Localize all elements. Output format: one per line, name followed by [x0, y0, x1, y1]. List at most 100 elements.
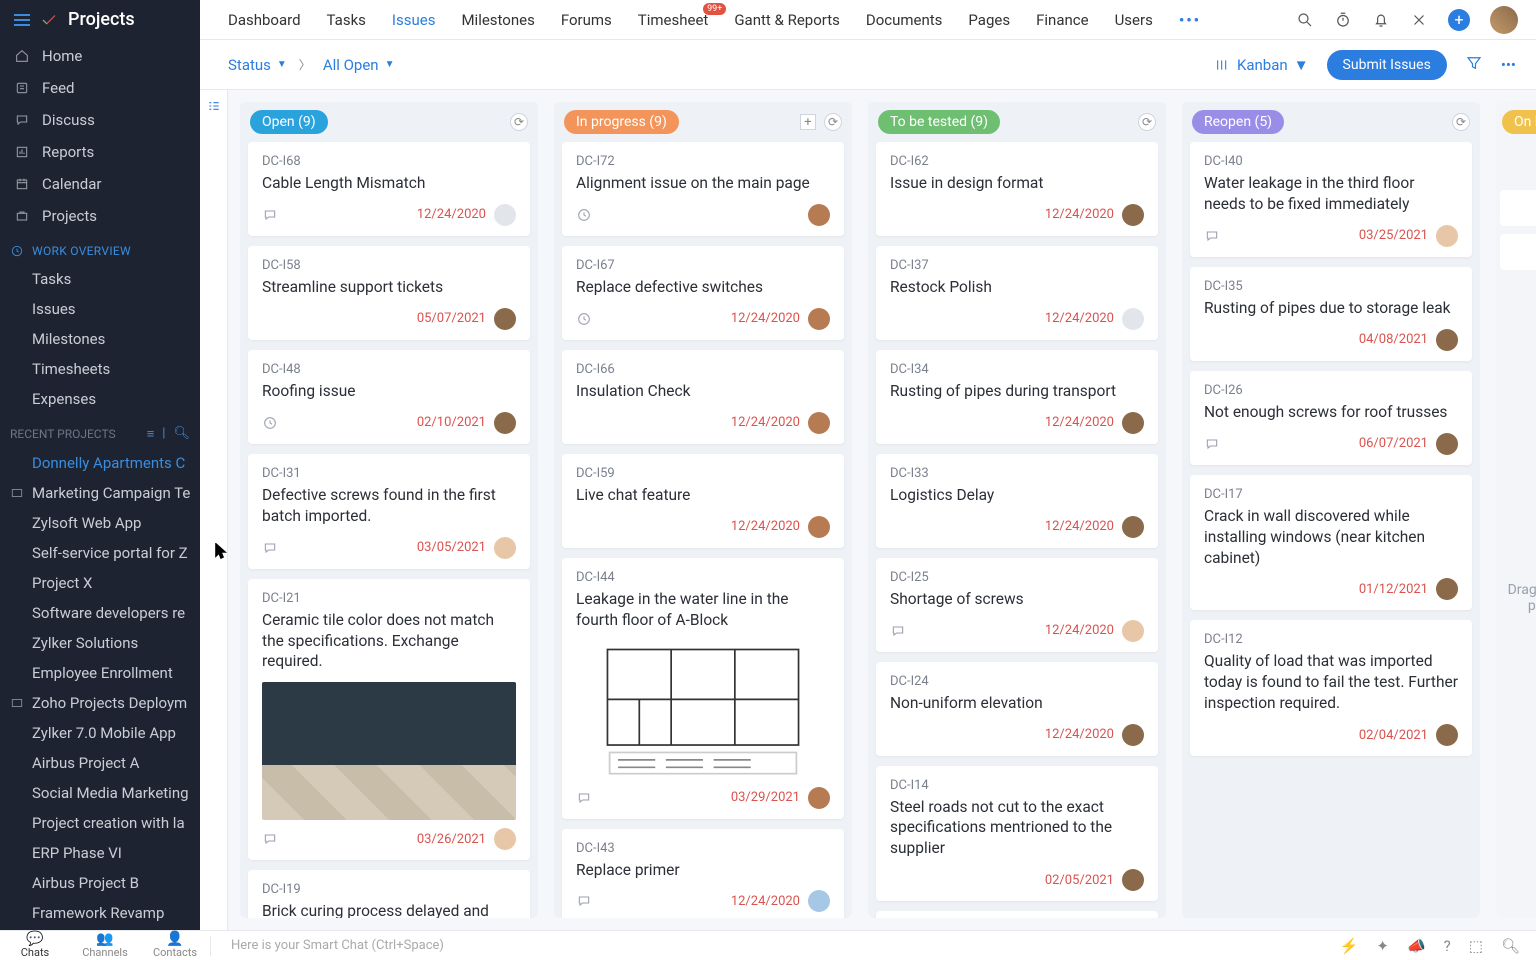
sidebar-item-calendar[interactable]: Calendar: [0, 168, 200, 200]
project-item[interactable]: Project X: [0, 568, 200, 598]
project-item[interactable]: Zylsoft Web App: [0, 508, 200, 538]
timer-icon[interactable]: [1334, 11, 1352, 29]
issue-card[interactable]: DC-I26Not enough screws for roof trusses…: [1190, 371, 1472, 465]
search-icon[interactable]: [1296, 11, 1314, 29]
project-item[interactable]: Airbus Project A: [0, 748, 200, 778]
overview-milestones[interactable]: Milestones: [0, 324, 200, 354]
nav-pages[interactable]: Pages: [968, 11, 1010, 29]
overview-issues[interactable]: Issues: [0, 294, 200, 324]
issue-card[interactable]: DC-I66Insulation Check12/24/2020: [562, 350, 844, 444]
project-item[interactable]: Marketing Campaign Te: [0, 478, 200, 508]
bottom-tab-chats[interactable]: 💬Chats: [0, 932, 70, 959]
recent-search-icon[interactable]: 🔍︎: [173, 426, 190, 442]
project-item[interactable]: Airbus Project B: [0, 868, 200, 898]
issue-card[interactable]: DC-I12Quality of load that was imported …: [1190, 620, 1472, 756]
bb-search-icon[interactable]: 🔍︎: [1501, 937, 1520, 955]
overview-expenses[interactable]: Expenses: [0, 384, 200, 414]
issue-card[interactable]: DC-I68Cable Length Mismatch12/24/2020: [248, 142, 530, 236]
project-item[interactable]: Self-service portal for Z: [0, 538, 200, 568]
sidebar-item-discuss[interactable]: Discuss: [0, 104, 200, 136]
nav-more[interactable]: •••: [1179, 11, 1201, 29]
nav-dashboard[interactable]: Dashboard: [228, 11, 301, 29]
sidebar-item-projects[interactable]: Projects: [0, 200, 200, 232]
overview-tasks[interactable]: Tasks: [0, 264, 200, 294]
issue-card[interactable]: DC-I25Shortage of screws12/24/2020: [876, 558, 1158, 652]
tools-icon[interactable]: [1410, 11, 1428, 29]
board-settings-icon[interactable]: [200, 90, 228, 930]
issue-card[interactable]: DC-I13Window panes broken during install…: [876, 911, 1158, 918]
issue-card[interactable]: DC-I35Rusting of pipes due to storage le…: [1190, 267, 1472, 361]
project-item[interactable]: Donnelly Apartments C: [0, 448, 200, 478]
nav-documents[interactable]: Documents: [866, 11, 943, 29]
bb-help-icon[interactable]: ?: [1444, 937, 1451, 955]
filter-icon[interactable]: [1465, 54, 1483, 76]
menu-icon[interactable]: [14, 14, 30, 26]
bb-icon-5[interactable]: ⬚: [1469, 937, 1483, 955]
issue-card[interactable]: DC-I62Issue in design format12/24/2020: [876, 142, 1158, 236]
column-refresh-icon[interactable]: ⟳: [1452, 113, 1470, 131]
bell-icon[interactable]: [1372, 11, 1390, 29]
column-refresh-icon[interactable]: ⟳: [510, 113, 528, 131]
view-toggle[interactable]: Kanban▼: [1215, 56, 1309, 74]
user-avatar[interactable]: [1490, 6, 1518, 34]
issue-card[interactable]: DC-I14Steel roads not cut to the exact s…: [876, 766, 1158, 902]
more-icon[interactable]: •••: [1501, 56, 1516, 74]
nav-milestones[interactable]: Milestones: [461, 11, 534, 29]
nav-finance[interactable]: Finance: [1036, 11, 1088, 29]
issue-card[interactable]: DC-I33Logistics Delay12/24/2020: [876, 454, 1158, 548]
nav-forums[interactable]: Forums: [561, 11, 612, 29]
bb-icon-3[interactable]: 📣: [1407, 937, 1426, 955]
issue-card[interactable]: DC-I21Ceramic tile color does not match …: [248, 579, 530, 861]
project-item[interactable]: ERP Phase VI: [0, 838, 200, 868]
smart-chat-input[interactable]: Here is your Smart Chat (Ctrl+Space): [211, 938, 444, 953]
card-date: 12/24/2020: [731, 894, 800, 909]
issue-card[interactable]: DC-I59Live chat feature12/24/2020: [562, 454, 844, 548]
add-button[interactable]: +: [1448, 9, 1470, 31]
issue-card[interactable]: DC-I72Alignment issue on the main page: [562, 142, 844, 236]
breadcrumb-status[interactable]: Status▼: [228, 56, 287, 74]
issue-card[interactable]: DC-I40Water leakage in the third floor n…: [1190, 142, 1472, 257]
project-item[interactable]: Framework Revamp: [0, 898, 200, 928]
bottom-tab-contacts[interactable]: 👤Contacts: [140, 932, 210, 959]
issue-card[interactable]: DC-I37Restock Polish12/24/2020: [876, 246, 1158, 340]
issue-card[interactable]: DC-I44Leakage in the water line in the f…: [562, 558, 844, 819]
project-item[interactable]: Employee Enrollment: [0, 658, 200, 688]
column-refresh-icon[interactable]: ⟳: [1138, 113, 1156, 131]
nav-tasks[interactable]: Tasks: [327, 11, 366, 29]
issue-card[interactable]: DC-I31Defective screws found in the firs…: [248, 454, 530, 569]
submit-issues-button[interactable]: Submit Issues: [1327, 50, 1447, 80]
issue-card[interactable]: DC-I58Streamline support tickets05/07/20…: [248, 246, 530, 340]
kanban-column-hold[interactable]: On holdDrag it unc plus: [1496, 102, 1536, 918]
bb-icon-1[interactable]: ⚡: [1340, 937, 1359, 955]
issue-card[interactable]: DC-I34Rusting of pipes during transport1…: [876, 350, 1158, 444]
overview-timesheets[interactable]: Timesheets: [0, 354, 200, 384]
breadcrumb-filter[interactable]: All Open▼: [323, 56, 395, 74]
project-item[interactable]: Social Media Marketing: [0, 778, 200, 808]
issue-card[interactable]: DC-I24Non-uniform elevation12/24/2020: [876, 662, 1158, 756]
project-item[interactable]: Zylker Solutions: [0, 628, 200, 658]
bb-icon-2[interactable]: ✦: [1376, 937, 1389, 955]
nav-timesheet[interactable]: Timesheet99+: [638, 11, 709, 29]
bottom-tab-channels[interactable]: 👥Channels: [70, 932, 140, 959]
issue-card[interactable]: DC-I48Roofing issue02/10/2021: [248, 350, 530, 444]
nav-users[interactable]: Users: [1115, 11, 1153, 29]
project-item[interactable]: Zoho Projects Deploym: [0, 688, 200, 718]
work-overview-header[interactable]: WORK OVERVIEW: [0, 232, 200, 264]
issue-card[interactable]: DC-I43Replace primer12/24/2020: [562, 829, 844, 918]
nav-gantt-reports[interactable]: Gantt & Reports: [734, 11, 840, 29]
column-refresh-icon[interactable]: ⟳: [824, 113, 842, 131]
card-date: 04/08/2021: [1359, 332, 1428, 347]
sidebar-item-home[interactable]: Home: [0, 40, 200, 72]
sidebar-item-reports[interactable]: Reports: [0, 136, 200, 168]
issue-card[interactable]: DC-I19Brick curing process delayed and e…: [248, 870, 530, 918]
sidebar-item-feed[interactable]: Feed: [0, 72, 200, 104]
issue-card[interactable]: DC-I67Replace defective switches12/24/20…: [562, 246, 844, 340]
card-footer: 04/08/2021: [1204, 329, 1458, 351]
nav-issues[interactable]: Issues: [392, 11, 436, 29]
add-card-icon[interactable]: +: [800, 114, 816, 130]
issue-card[interactable]: DC-I17Crack in wall discovered while ins…: [1190, 475, 1472, 611]
project-item[interactable]: Project creation with la: [0, 808, 200, 838]
project-item[interactable]: Software developers re: [0, 598, 200, 628]
project-item[interactable]: Zylker 7.0 Mobile App: [0, 718, 200, 748]
recent-sort-icon[interactable]: ≡: [147, 426, 155, 442]
